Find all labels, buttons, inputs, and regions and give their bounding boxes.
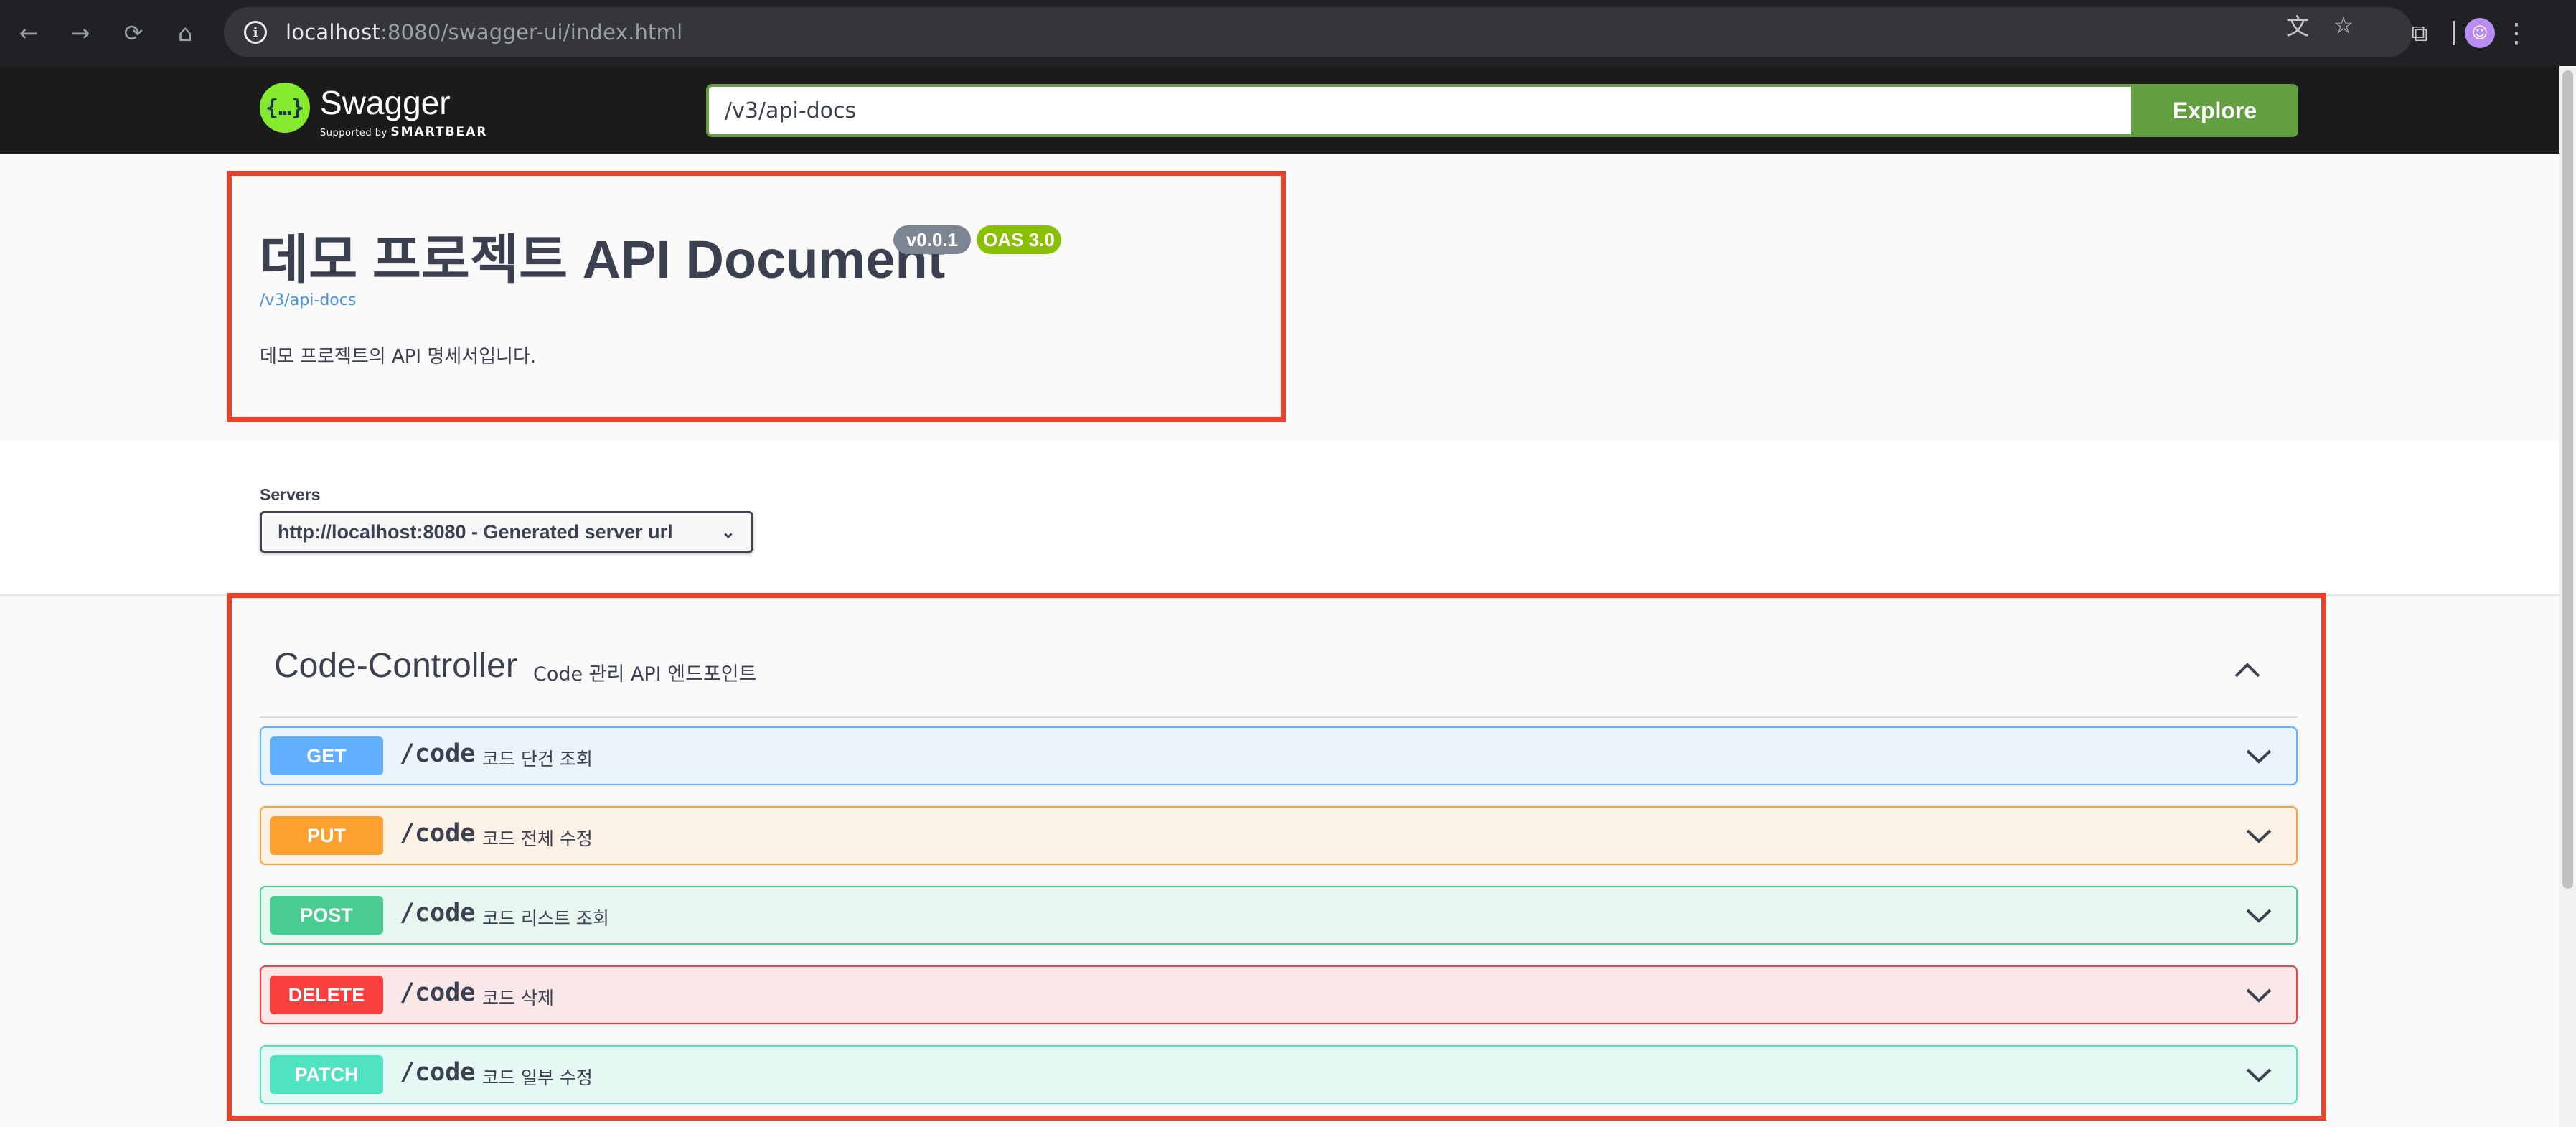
bookmark-star-icon[interactable]: ☆ bbox=[2321, 11, 2366, 39]
operation-summary: 코드 삭제 bbox=[482, 988, 554, 1009]
swagger-logo-text[interactable]: Swagger bbox=[320, 83, 451, 122]
browser-toolbar: ← → ⟳ ⌂ i localhost:8080/swagger-ui/inde… bbox=[0, 0, 2576, 66]
tag-description: Code 관리 API 엔드포인트 bbox=[533, 663, 757, 686]
chevron-up-icon[interactable] bbox=[2227, 652, 2267, 688]
servers-label: Servers bbox=[260, 485, 321, 504]
operation-path: /code bbox=[400, 739, 476, 768]
info-highlight-box bbox=[227, 171, 1286, 422]
api-description: 데모 프로젝트의 API 명세서입니다. bbox=[260, 346, 537, 368]
method-badge: POST bbox=[270, 896, 383, 935]
profile-avatar[interactable]: ☺ bbox=[2465, 18, 2495, 48]
back-icon[interactable]: ← bbox=[7, 11, 50, 55]
method-badge: DELETE bbox=[270, 976, 383, 1014]
tag-name[interactable]: Code-Controller bbox=[274, 646, 517, 686]
scrollbar-thumb[interactable] bbox=[2562, 70, 2573, 889]
operation-path: /code bbox=[400, 819, 476, 848]
opblock-delete[interactable]: DELETE /code 코드 삭제 bbox=[260, 965, 2298, 1024]
translate-icon[interactable]: 文 bbox=[2275, 9, 2321, 42]
site-info-icon[interactable]: i bbox=[244, 21, 267, 44]
oas-badge: OAS 3.0 bbox=[977, 225, 1061, 254]
version-badge: v0.0.1 bbox=[893, 225, 971, 254]
servers-select[interactable]: http://localhost:8080 - Generated server… bbox=[260, 511, 753, 553]
operation-path: /code bbox=[400, 899, 476, 927]
home-icon[interactable]: ⌂ bbox=[164, 11, 207, 55]
chevron-down-icon: ⌄ bbox=[720, 523, 735, 542]
forward-icon[interactable]: → bbox=[59, 11, 102, 55]
servers-selected-value: http://localhost:8080 - Generated server… bbox=[278, 520, 673, 543]
browser-menu-icon[interactable]: ⋮ bbox=[2495, 19, 2538, 48]
extensions-icon[interactable]: ⧉ bbox=[2397, 19, 2443, 47]
opblock-patch[interactable]: PATCH /code 코드 일부 수정 bbox=[260, 1045, 2298, 1104]
chevron-down-icon[interactable] bbox=[2243, 744, 2275, 768]
operation-summary: 코드 일부 수정 bbox=[482, 1067, 593, 1088]
operation-path: /code bbox=[400, 1058, 476, 1087]
api-title: 데모 프로젝트 API Document bbox=[260, 230, 946, 289]
method-badge: PUT bbox=[270, 816, 383, 855]
chevron-down-icon[interactable] bbox=[2243, 983, 2275, 1007]
spec-link[interactable]: /v3/api-docs bbox=[260, 291, 356, 309]
method-badge: PATCH bbox=[270, 1055, 383, 1094]
method-badge: GET bbox=[270, 736, 383, 775]
operation-path: /code bbox=[400, 978, 476, 1007]
address-bar[interactable]: i localhost:8080/swagger-ui/index.html bbox=[224, 7, 2412, 57]
chevron-down-icon[interactable] bbox=[2243, 823, 2275, 848]
explore-button[interactable]: Explore bbox=[2131, 84, 2298, 137]
operation-summary: 코드 전체 수정 bbox=[482, 828, 593, 849]
operation-summary: 코드 리스트 조회 bbox=[482, 908, 609, 929]
swagger-logo-subtitle: Supported by SMARTBEAR bbox=[320, 125, 488, 139]
chevron-down-icon[interactable] bbox=[2243, 1062, 2275, 1087]
reload-icon[interactable]: ⟳ bbox=[112, 11, 155, 55]
opblock-post[interactable]: POST /code 코드 리스트 조회 bbox=[260, 886, 2298, 945]
chevron-down-icon[interactable] bbox=[2243, 903, 2275, 927]
swagger-logo-icon[interactable]: {…} bbox=[260, 83, 310, 133]
opblock-get[interactable]: GET /code 코드 단건 조회 bbox=[260, 726, 2298, 785]
toolbar-divider bbox=[2453, 21, 2455, 45]
operation-summary: 코드 단건 조회 bbox=[482, 749, 593, 770]
address-url[interactable]: localhost:8080/swagger-ui/index.html bbox=[286, 20, 682, 45]
spec-url-input[interactable]: /v3/api-docs bbox=[706, 84, 2131, 137]
opblock-put[interactable]: PUT /code 코드 전체 수정 bbox=[260, 806, 2298, 865]
